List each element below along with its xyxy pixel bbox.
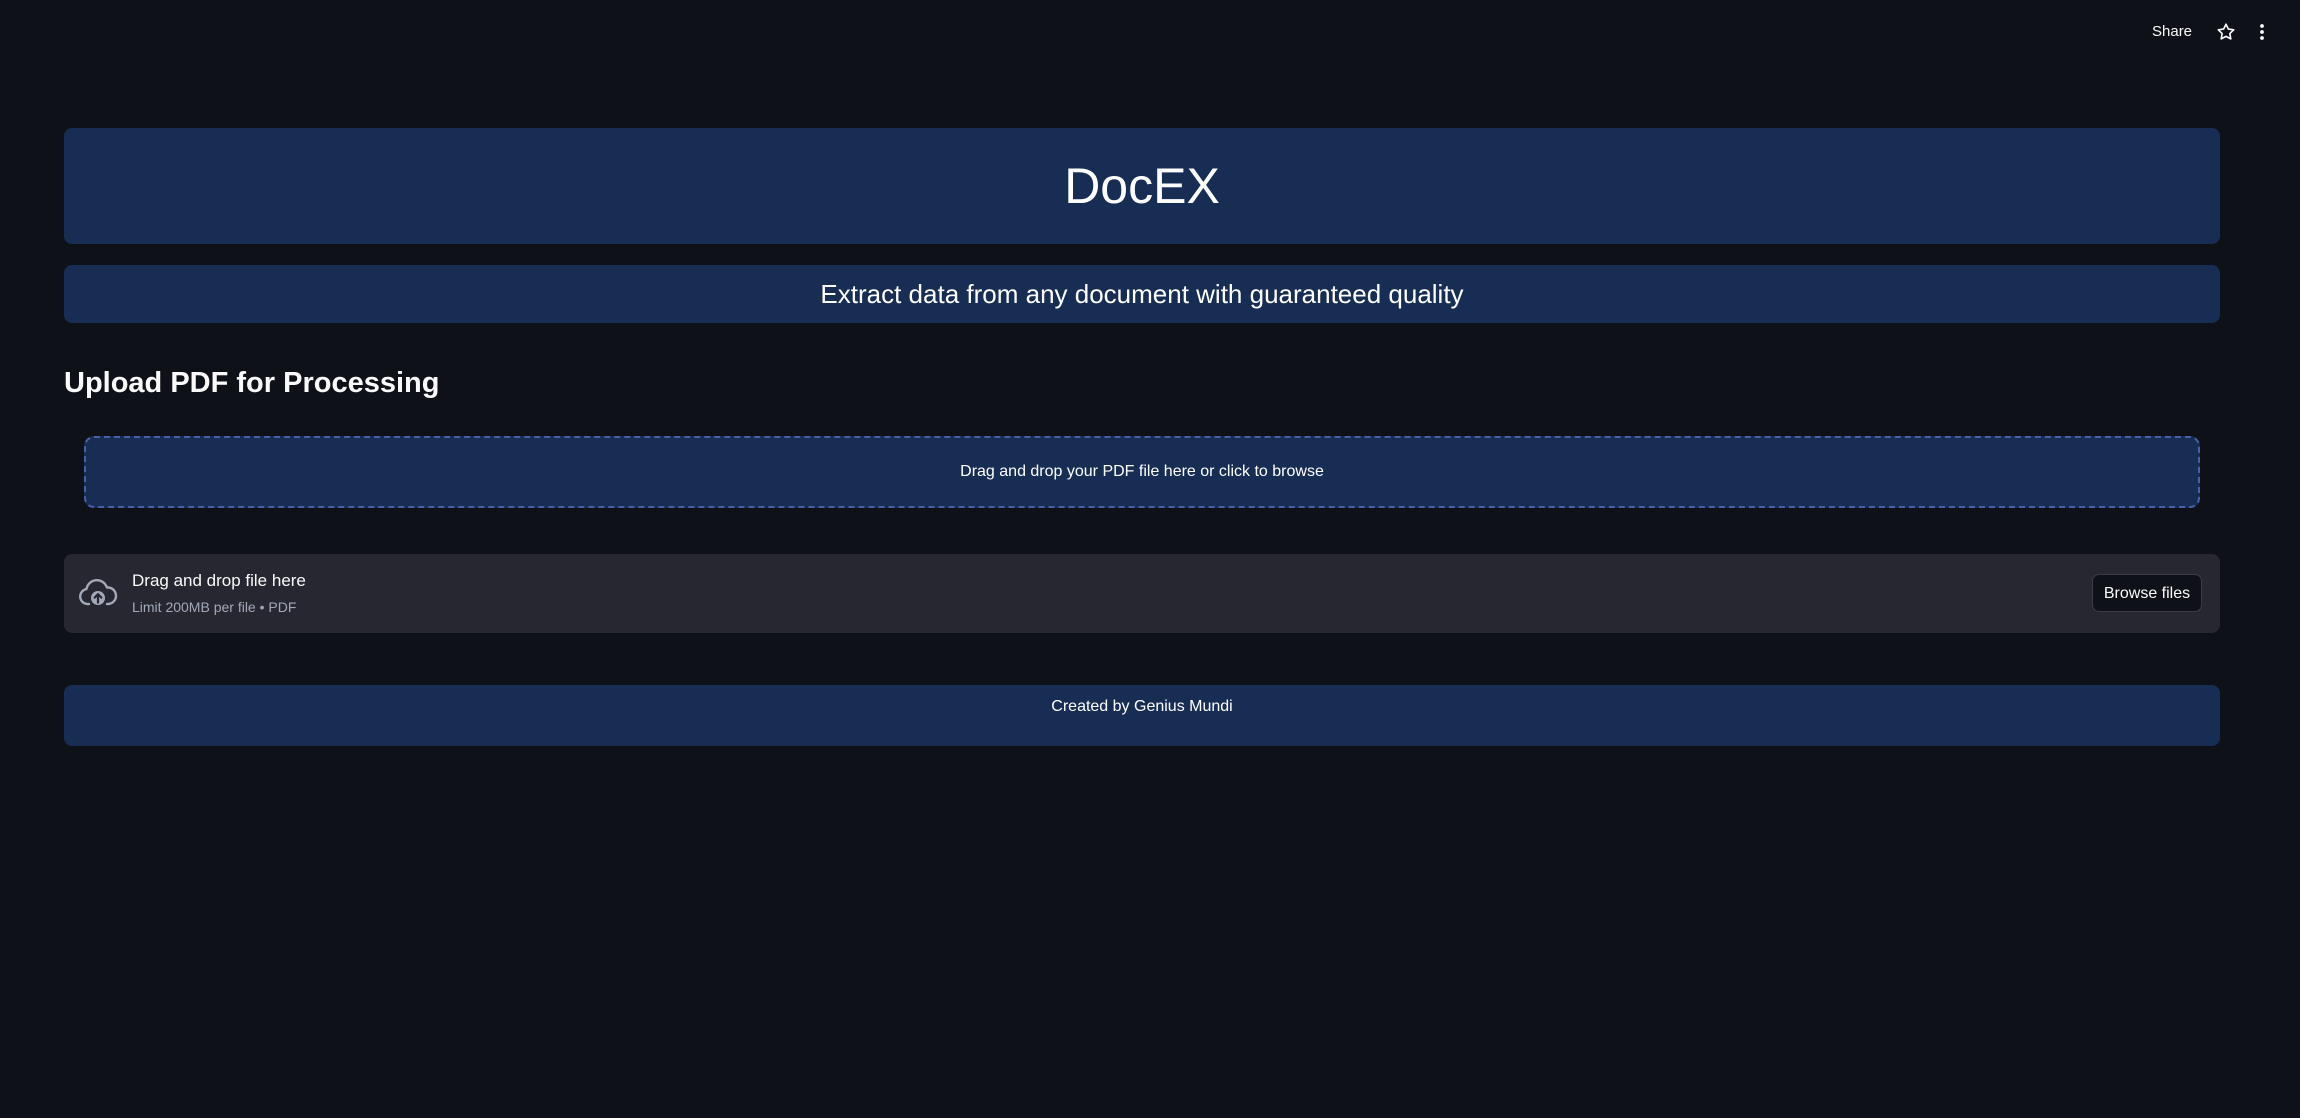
share-button[interactable]: Share (2152, 20, 2192, 44)
kebab-menu-icon[interactable] (2252, 20, 2272, 44)
app-title: DocEX (1064, 158, 1220, 214)
top-toolbar: Share (0, 0, 2300, 64)
file-uploader[interactable]: Drag and drop file here Limit 200MB per … (64, 554, 2220, 633)
cloud-upload-icon (78, 574, 118, 614)
browse-files-button[interactable]: Browse files (2092, 574, 2202, 612)
uploader-limit: Limit 200MB per file • PDF (132, 599, 297, 615)
app-subtitle: Extract data from any document with guar… (820, 279, 1464, 309)
star-icon[interactable] (2215, 20, 2237, 44)
footer-credit: Created by Genius Mundi (1051, 698, 1233, 715)
subtitle-banner: Extract data from any document with guar… (64, 265, 2220, 323)
pdf-dropzone[interactable]: Drag and drop your PDF file here or clic… (84, 436, 2200, 508)
uploader-title: Drag and drop file here (132, 571, 306, 590)
section-heading: Upload PDF for Processing (64, 367, 440, 399)
dropzone-text: Drag and drop your PDF file here or clic… (960, 463, 1324, 480)
app-title-banner: DocEX (64, 128, 2220, 244)
footer-banner: Created by Genius Mundi (64, 685, 2220, 746)
